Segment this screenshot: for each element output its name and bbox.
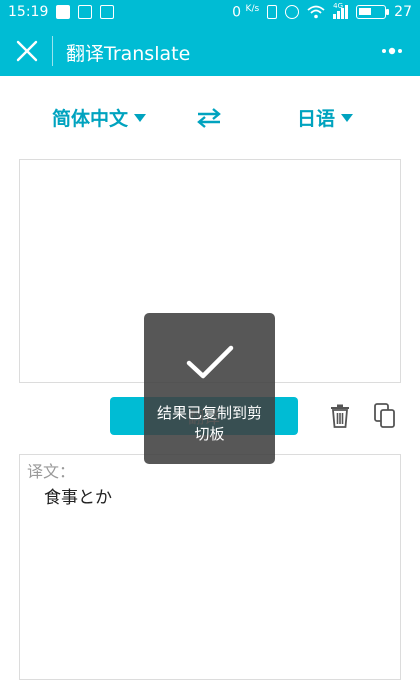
signal-icon: 4G [333, 2, 349, 20]
copied-toast: 结果已复制到剪切板 [144, 313, 275, 464]
net-speed: 0 K/s [232, 4, 260, 21]
news-icon [100, 5, 115, 19]
vibrate-icon [267, 5, 278, 20]
copy-icon [374, 403, 395, 428]
swap-languages-button[interactable] [195, 106, 223, 130]
more-options-button[interactable] [380, 41, 404, 61]
language-selector-row: 简体中文 日语 [0, 96, 420, 140]
result-area: 译文： 食事とか [19, 454, 401, 680]
dropdown-arrow-icon [134, 113, 147, 122]
wifi-icon [307, 5, 325, 19]
mail-icon [78, 5, 93, 19]
clear-button[interactable] [330, 404, 350, 428]
result-label: 译文： [27, 462, 76, 481]
target-language-label: 日语 [297, 108, 336, 130]
page-title: 翻译Translate [66, 43, 191, 65]
target-language-dropdown[interactable]: 日语 [297, 104, 354, 131]
dropdown-arrow-icon [341, 113, 354, 122]
status-time: 15:19 [8, 4, 49, 20]
copy-button[interactable] [374, 403, 396, 429]
close-button[interactable] [14, 38, 40, 64]
alarm-icon [285, 5, 300, 20]
status-bar: 15:19 0 K/s 4G 27 [0, 0, 420, 26]
notification-icon [56, 5, 71, 19]
status-left: 15:19 [8, 4, 115, 20]
source-language-label: 简体中文 [52, 108, 129, 130]
close-icon [16, 40, 38, 62]
status-right: 0 K/s 4G 27 [232, 2, 412, 21]
swap-icon [197, 108, 221, 128]
app-bar-divider [52, 36, 53, 66]
trash-icon [331, 404, 349, 428]
app-bar: 翻译Translate [0, 26, 420, 76]
battery-level: 27 [394, 4, 412, 21]
source-language-dropdown[interactable]: 简体中文 [52, 104, 147, 131]
result-text: 食事とか [44, 488, 112, 508]
toast-message: 结果已复制到剪切板 [156, 404, 262, 443]
check-icon [186, 345, 234, 379]
battery-icon [356, 5, 390, 20]
more-icon [382, 47, 402, 55]
